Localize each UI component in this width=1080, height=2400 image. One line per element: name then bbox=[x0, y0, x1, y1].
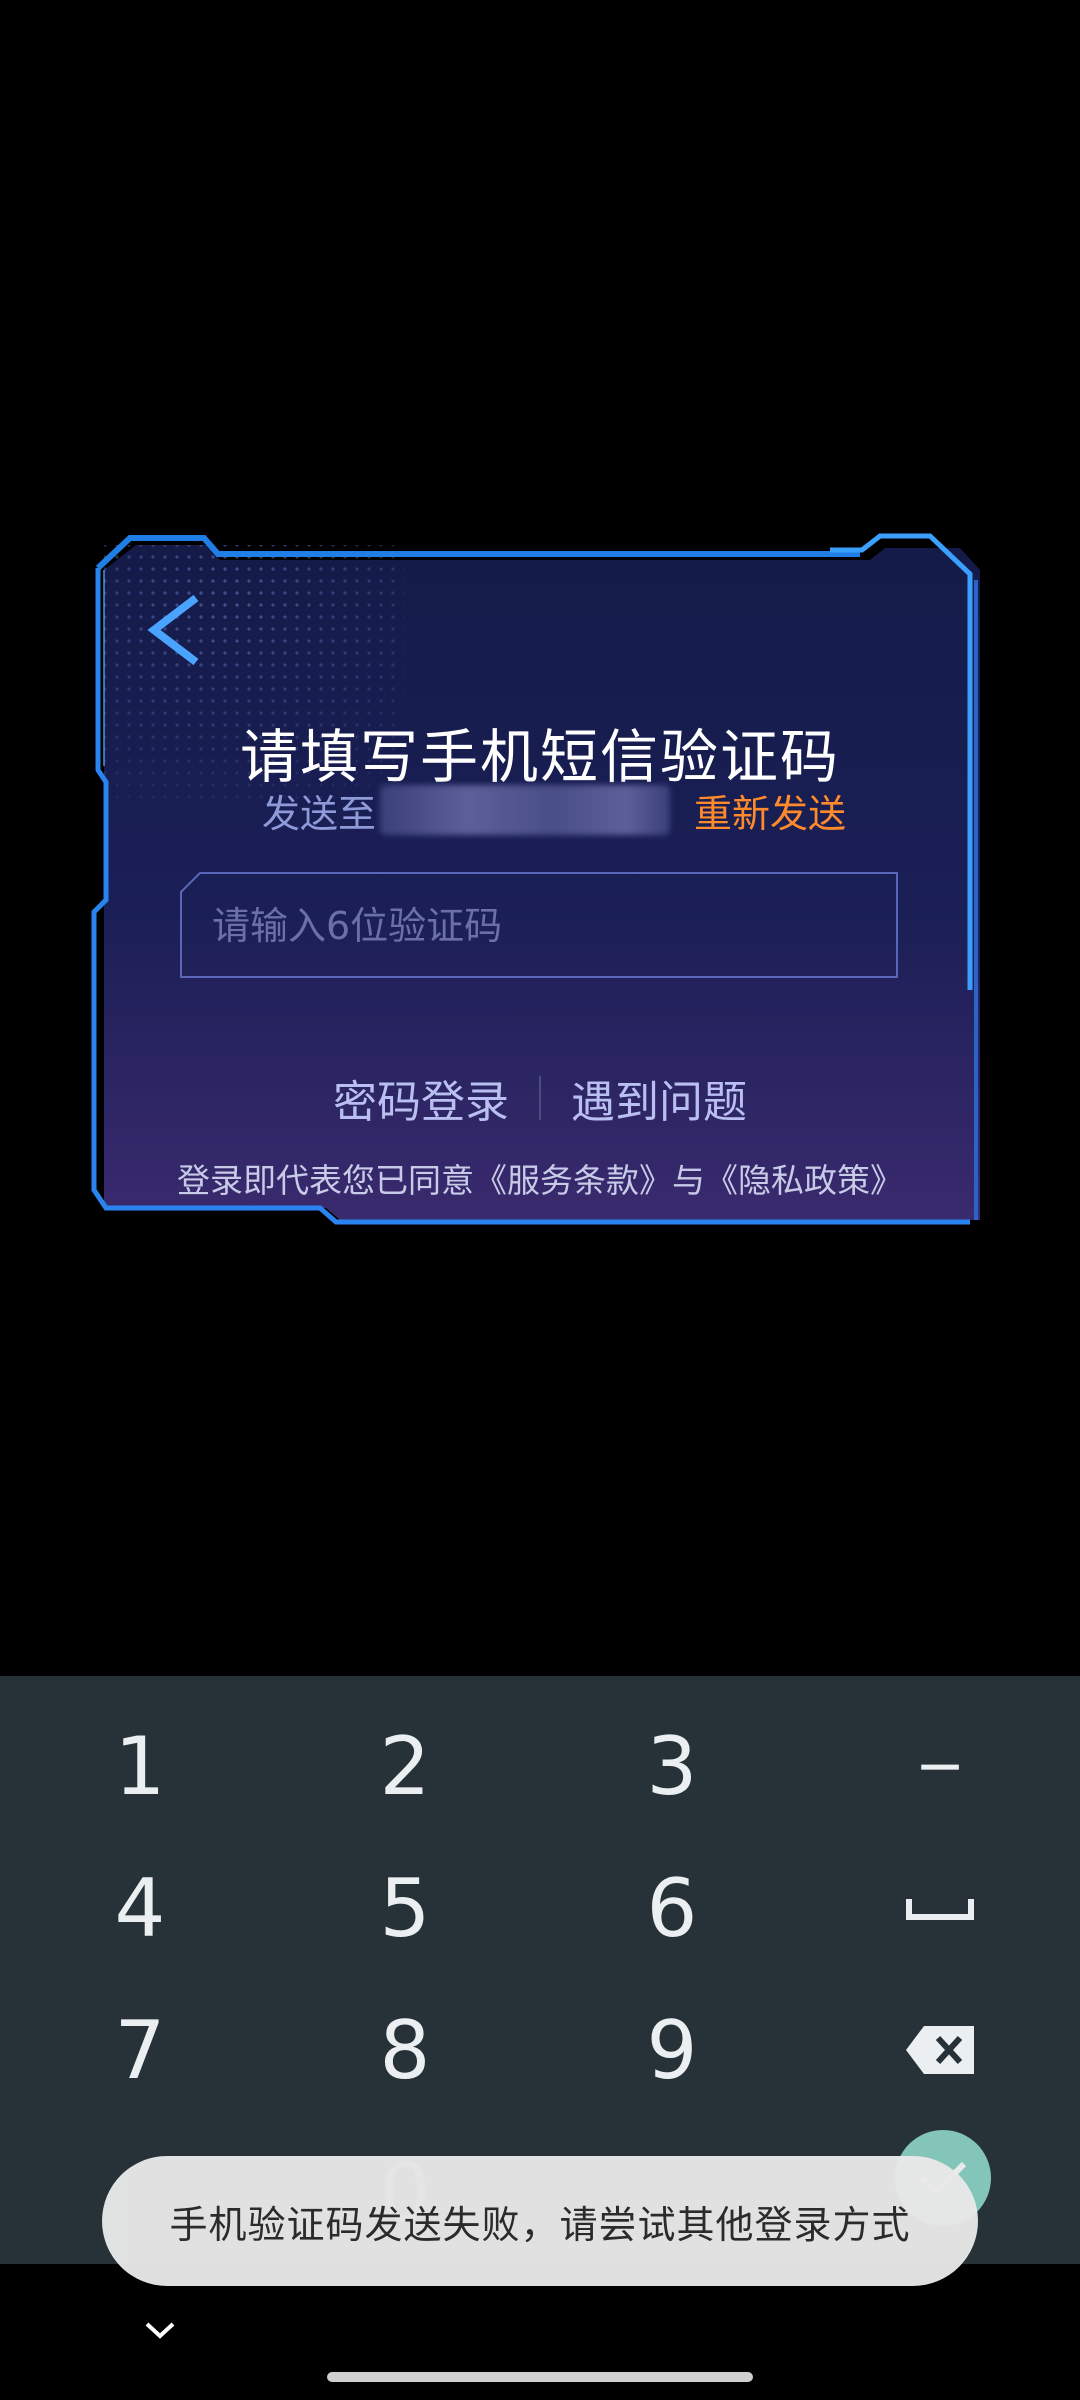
key-6[interactable]: 6 bbox=[572, 1848, 772, 1968]
send-info-row: 发送至 重新发送 bbox=[262, 782, 846, 838]
key-minus[interactable]: − bbox=[840, 1706, 1040, 1826]
backspace-icon bbox=[906, 2026, 974, 2074]
key-space[interactable] bbox=[840, 1848, 1040, 1968]
sms-verification-dialog: 请填写手机短信验证码 发送至 重新发送 密码登录 遇到问题 登录即代表您已同意《… bbox=[90, 530, 990, 1250]
key-2[interactable]: 2 bbox=[305, 1706, 505, 1826]
key-9[interactable]: 9 bbox=[572, 1990, 772, 2110]
key-3[interactable]: 3 bbox=[572, 1706, 772, 1826]
link-divider bbox=[539, 1076, 541, 1120]
chevron-left-icon bbox=[147, 594, 199, 666]
toast-message: 手机验证码发送失败，请尝试其他登录方式 bbox=[169, 2202, 911, 2247]
agreement-text[interactable]: 登录即代表您已同意《服务条款》与《隐私政策》 bbox=[90, 1154, 990, 1202]
verification-code-field[interactable] bbox=[210, 872, 874, 980]
key-4[interactable]: 4 bbox=[40, 1848, 240, 1968]
hide-keyboard-button[interactable] bbox=[135, 2310, 185, 2350]
code-input-box[interactable] bbox=[180, 872, 898, 980]
password-login-link[interactable]: 密码登录 bbox=[329, 1066, 513, 1130]
problem-link[interactable]: 遇到问题 bbox=[567, 1066, 751, 1130]
key-7[interactable]: 7 bbox=[40, 1990, 240, 2110]
key-backspace[interactable] bbox=[840, 1990, 1040, 2110]
key-8[interactable]: 8 bbox=[305, 1990, 505, 2110]
chevron-down-icon bbox=[145, 2322, 175, 2339]
error-toast: 手机验证码发送失败，请尝试其他登录方式 bbox=[102, 2156, 978, 2286]
back-button[interactable] bbox=[140, 590, 210, 670]
key-1[interactable]: 1 bbox=[40, 1706, 240, 1826]
space-icon bbox=[906, 1899, 974, 1920]
alternate-links-row: 密码登录 遇到问题 bbox=[90, 1066, 990, 1130]
send-prefix-label: 发送至 bbox=[262, 791, 377, 836]
masked-phone-number bbox=[380, 785, 671, 835]
resend-button[interactable]: 重新发送 bbox=[694, 783, 846, 838]
home-indicator[interactable] bbox=[327, 2372, 753, 2382]
screen: 请填写手机短信验证码 发送至 重新发送 密码登录 遇到问题 登录即代表您已同意《… bbox=[0, 0, 1080, 2400]
key-5[interactable]: 5 bbox=[305, 1848, 505, 1968]
